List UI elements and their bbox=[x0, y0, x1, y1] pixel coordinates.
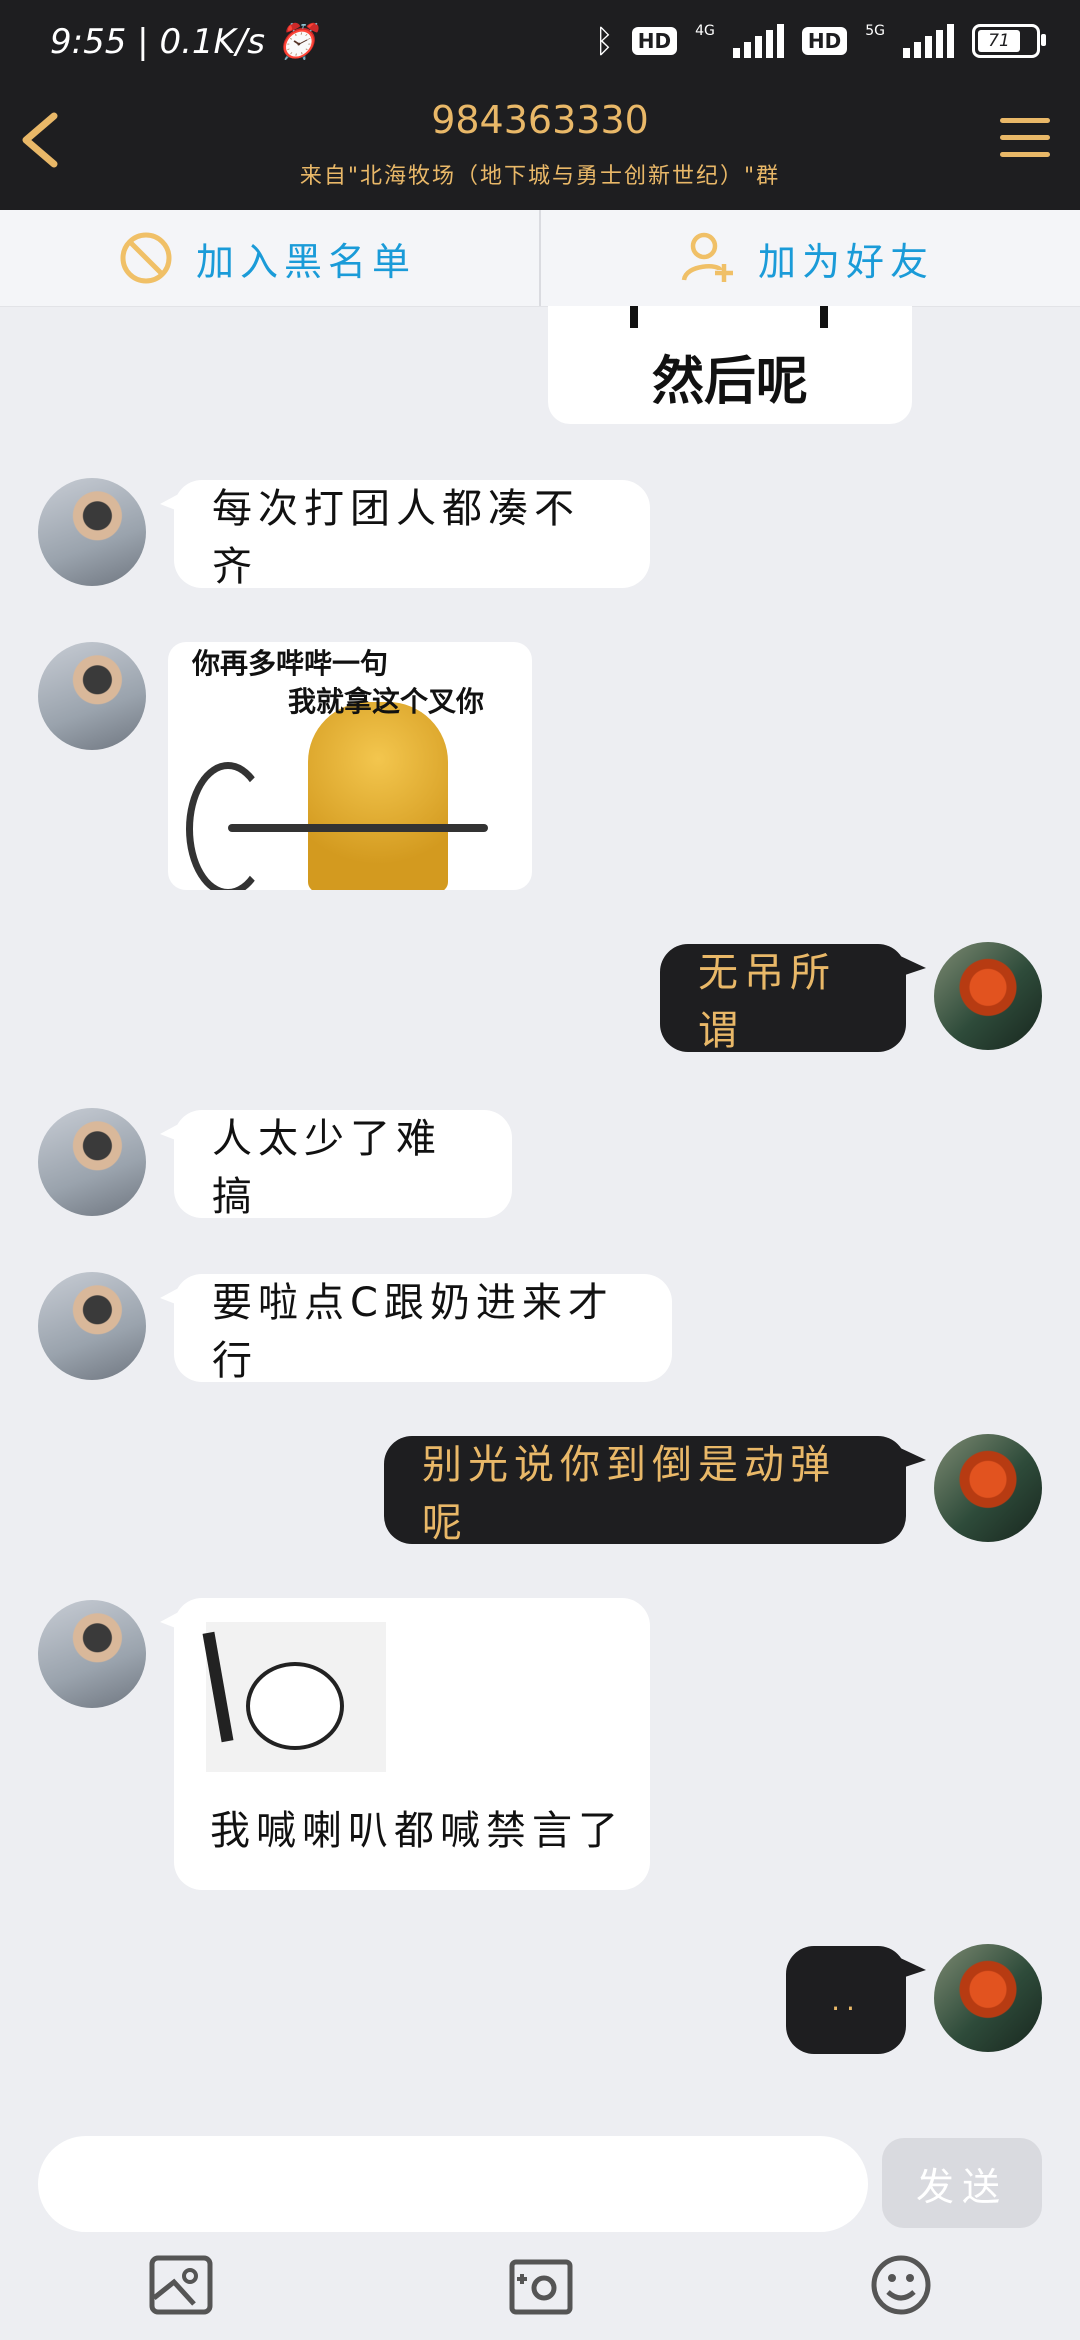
message-text: .. bbox=[831, 1983, 861, 2017]
avatar-self[interactable] bbox=[934, 1434, 1042, 1542]
avatar[interactable] bbox=[38, 478, 146, 586]
image-message[interactable]: 你再多哔哔一句 我就拿这个叉你 bbox=[168, 642, 532, 890]
hd-badge: HD bbox=[631, 27, 678, 55]
sticker-line bbox=[820, 306, 828, 328]
action-bar: 加入黑名单 加为好友 bbox=[0, 210, 1080, 307]
page-title: 984363330 bbox=[431, 98, 649, 142]
message-text: 每次打团人都凑不齐 bbox=[212, 486, 580, 590]
avatar[interactable] bbox=[38, 642, 146, 750]
bluetooth-icon: ᛒ bbox=[594, 22, 614, 60]
image-icon[interactable] bbox=[148, 2254, 214, 2316]
fork-handle bbox=[228, 824, 488, 832]
add-friend-icon bbox=[681, 232, 733, 282]
status-icons: ᛒ HD 4G HD 5G 71 bbox=[594, 22, 1046, 60]
add-friend-label: 加为好友 bbox=[758, 239, 935, 284]
avatar[interactable] bbox=[38, 1108, 146, 1216]
message-text: 人太少了难搞 bbox=[212, 1116, 442, 1220]
message-input[interactable] bbox=[38, 2136, 868, 2232]
message-text: 我喊喇叭都喊禁言了 bbox=[210, 1808, 624, 1854]
signal-icon bbox=[903, 24, 954, 58]
message-bubble[interactable]: 我喊喇叭都喊禁言了 bbox=[160, 1598, 650, 1890]
avatar[interactable] bbox=[38, 1600, 146, 1708]
sticker-message[interactable]: 然后呢 bbox=[548, 306, 912, 424]
status-bar: 9:55 | 0.1K/s ⏰ ᛒ HD 4G HD 5G 71 bbox=[0, 0, 1080, 92]
message-bubble[interactable]: 要啦点C跟奶进来才行 bbox=[160, 1274, 672, 1384]
camera-icon[interactable] bbox=[508, 2254, 574, 2316]
page-subtitle: 来自"北海牧场（地下城与勇士创新世纪）"群 bbox=[299, 164, 781, 189]
avatar[interactable] bbox=[38, 1272, 146, 1380]
image-caption: 你再多哔哔一句 bbox=[192, 647, 389, 680]
avatar-self[interactable] bbox=[934, 1944, 1042, 2052]
message-bubble-self[interactable]: .. bbox=[786, 1946, 926, 2054]
battery-icon: 71 bbox=[972, 24, 1046, 58]
meme-arm bbox=[202, 1631, 234, 1743]
top-bar: 9:55 | 0.1K/s ⏰ ᛒ HD 4G HD 5G 71 9843633… bbox=[0, 0, 1080, 210]
network-type: 5G bbox=[865, 23, 885, 39]
network-type: 4G bbox=[695, 23, 715, 39]
message-bubble[interactable]: 每次打团人都凑不齐 bbox=[160, 480, 650, 590]
avatar-self[interactable] bbox=[934, 942, 1042, 1050]
add-to-blacklist-button[interactable]: 加入黑名单 bbox=[118, 210, 416, 306]
meme-image[interactable] bbox=[202, 1622, 386, 1772]
sticker-line bbox=[630, 306, 638, 328]
emoji-icon[interactable] bbox=[868, 2254, 934, 2316]
message-text: 要啦点C跟奶进来才行 bbox=[212, 1280, 614, 1384]
message-bubble-self[interactable]: 无吊所谓 bbox=[660, 944, 926, 1054]
message-bubble[interactable]: 人太少了难搞 bbox=[160, 1110, 512, 1220]
sticker-text: 然后呢 bbox=[651, 352, 808, 412]
send-button[interactable]: 发送 bbox=[882, 2138, 1042, 2228]
add-friend-button[interactable]: 加为好友 bbox=[680, 210, 934, 306]
signal-icon bbox=[732, 24, 784, 58]
message-bubble-self[interactable]: 别光说你到倒是动弹呢 bbox=[384, 1436, 926, 1546]
status-time: 9:55 | 0.1K/s ⏰ bbox=[50, 22, 319, 62]
doge-figure bbox=[308, 702, 448, 890]
blacklist-label: 加入黑名单 bbox=[196, 239, 417, 284]
meme-face bbox=[246, 1662, 344, 1750]
menu-icon[interactable] bbox=[1000, 118, 1050, 164]
image-caption: 我就拿这个叉你 bbox=[288, 685, 485, 718]
divider bbox=[539, 210, 541, 306]
hd-badge: HD bbox=[801, 27, 848, 55]
message-text: 无吊所谓 bbox=[698, 950, 836, 1054]
block-icon bbox=[120, 232, 172, 284]
message-text: 别光说你到倒是动弹呢 bbox=[422, 1442, 836, 1546]
